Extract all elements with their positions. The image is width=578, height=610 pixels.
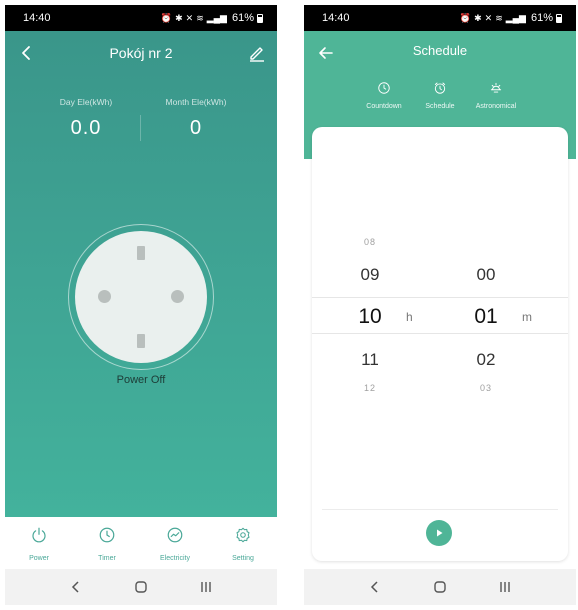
chart-icon <box>167 527 183 543</box>
home-square-icon <box>135 581 147 593</box>
signal-icon: ▂▄▆ <box>505 12 526 23</box>
day-electricity-stat: Day Ele(kWh) 0.0 <box>31 97 141 140</box>
minute-unit-label: m <box>522 310 532 324</box>
socket-icon <box>75 231 207 363</box>
nav-label: Electricity <box>160 555 190 562</box>
time-picker-card: 08 09 10 h 11 12 00 01 m 02 03 <box>312 127 568 561</box>
hour-option[interactable]: 11 <box>340 350 400 370</box>
power-status-label: Power Off <box>116 374 166 386</box>
chevron-left-icon <box>71 581 79 593</box>
android-nav-bar <box>5 569 277 605</box>
nav-label: Setting <box>232 555 254 562</box>
gear-icon <box>236 527 250 543</box>
tab-label: Astronomical <box>475 103 517 110</box>
battery-icon <box>257 13 263 23</box>
start-countdown-button[interactable] <box>426 520 452 546</box>
wifi-icon: ≋ <box>495 12 503 23</box>
minute-option[interactable]: 02 <box>456 350 516 370</box>
schedule-tabs: Countdown Schedule Astronomical <box>356 81 524 121</box>
android-home-button[interactable] <box>430 577 450 597</box>
socket-ground-bottom <box>137 334 145 348</box>
tab-label: Schedule <box>425 103 455 110</box>
recents-icon <box>500 582 511 592</box>
top-bar: Pokój nr 2 <box>5 31 277 75</box>
page-title: Pokój nr 2 <box>109 45 173 61</box>
schedule-screen: 14:40 ⏰ ✱ ✕ ≋ ▂▄▆ 61% Schedule Countdown… <box>304 5 576 605</box>
recents-icon <box>201 582 212 592</box>
hour-picker[interactable]: 08 09 10 h 11 12 <box>340 127 440 561</box>
tab-countdown[interactable]: Countdown <box>356 81 412 121</box>
main-panel: Pokój nr 2 Day Ele(kWh) 0.0 Month Ele(kW… <box>5 31 277 517</box>
hour-unit-label: h <box>406 310 413 324</box>
bluetooth-icon: ✱ <box>175 12 183 23</box>
chevron-left-icon <box>22 46 30 60</box>
page-title: Schedule <box>412 43 468 58</box>
nav-label: Power <box>29 555 49 562</box>
play-icon <box>437 529 443 537</box>
minute-picker[interactable]: 00 01 m 02 03 <box>456 127 556 561</box>
card-divider <box>322 509 558 510</box>
mute-icon: ✕ <box>185 12 194 23</box>
socket-pin-left <box>98 290 111 303</box>
android-recents-button[interactable] <box>495 577 515 597</box>
timer-icon <box>378 82 390 94</box>
nav-label: Timer <box>98 555 116 562</box>
mute-icon: ✕ <box>484 12 493 23</box>
nav-timer[interactable]: Timer <box>73 517 141 569</box>
power-icon <box>32 527 46 543</box>
chevron-left-icon <box>370 581 378 593</box>
minute-option-selected[interactable]: 01 <box>456 305 516 329</box>
pencil-icon <box>250 47 264 62</box>
status-bar: 14:40 ⏰ ✱ ✕ ≋ ▂▄▆ 61% <box>5 5 277 31</box>
socket-pin-right <box>171 290 184 303</box>
bluetooth-icon: ✱ <box>474 12 482 23</box>
hour-option[interactable]: 09 <box>340 265 400 285</box>
status-icons: ⏰ ✱ ✕ ≋ ▂▄▆ 61% <box>460 12 562 24</box>
battery-percent: 61% <box>231 12 254 24</box>
hour-option-selected[interactable]: 10 <box>340 305 400 329</box>
minute-option[interactable]: 03 <box>456 383 516 393</box>
socket-power-toggle[interactable] <box>68 224 214 370</box>
android-home-button[interactable] <box>131 577 151 597</box>
android-back-button[interactable] <box>365 577 385 597</box>
android-nav-bar <box>304 569 576 605</box>
stat-value: 0 <box>189 117 203 139</box>
battery-icon <box>556 13 562 23</box>
signal-icon: ▂▄▆ <box>206 12 227 23</box>
stat-value: 0.0 <box>70 117 102 139</box>
wifi-icon: ≋ <box>196 12 204 23</box>
status-time: 14:40 <box>322 12 350 24</box>
hour-option[interactable]: 08 <box>340 237 400 247</box>
hour-option[interactable]: 12 <box>340 383 400 393</box>
minute-option[interactable]: 00 <box>456 265 516 285</box>
clock-icon <box>99 527 115 543</box>
month-electricity-stat: Month Ele(kWh) 0 <box>141 97 251 140</box>
schedule-panel: Schedule Countdown Schedule Astronomical… <box>304 31 576 569</box>
tab-label: Countdown <box>366 103 402 110</box>
bottom-nav: Power Timer Electricity Setting <box>5 517 277 569</box>
android-back-button[interactable] <box>66 577 86 597</box>
device-control-screen: 14:40 ⏰ ✱ ✕ ≋ ▂▄▆ 61% Pokój nr 2 Day Ele… <box>5 5 277 605</box>
nav-setting[interactable]: Setting <box>209 517 277 569</box>
nav-electricity[interactable]: Electricity <box>141 517 209 569</box>
alarm-status-icon: ⏰ <box>160 12 173 23</box>
stat-label: Day Ele(kWh) <box>59 97 113 107</box>
alarm-icon <box>434 82 446 94</box>
socket-ground-top <box>137 246 145 260</box>
status-bar: 14:40 ⏰ ✱ ✕ ≋ ▂▄▆ 61% <box>304 5 576 31</box>
tab-schedule[interactable]: Schedule <box>412 81 468 121</box>
status-time: 14:40 <box>23 12 51 24</box>
tab-astronomical[interactable]: Astronomical <box>468 81 524 121</box>
home-square-icon <box>434 581 446 593</box>
edit-button[interactable] <box>245 41 269 65</box>
stat-label: Month Ele(kWh) <box>165 97 227 107</box>
back-button[interactable] <box>15 41 39 65</box>
sun-icon <box>490 82 502 93</box>
battery-percent: 61% <box>530 12 553 24</box>
alarm-status-icon: ⏰ <box>459 12 472 23</box>
nav-power[interactable]: Power <box>5 517 73 569</box>
android-recents-button[interactable] <box>196 577 216 597</box>
status-icons: ⏰ ✱ ✕ ≋ ▂▄▆ 61% <box>161 12 263 24</box>
